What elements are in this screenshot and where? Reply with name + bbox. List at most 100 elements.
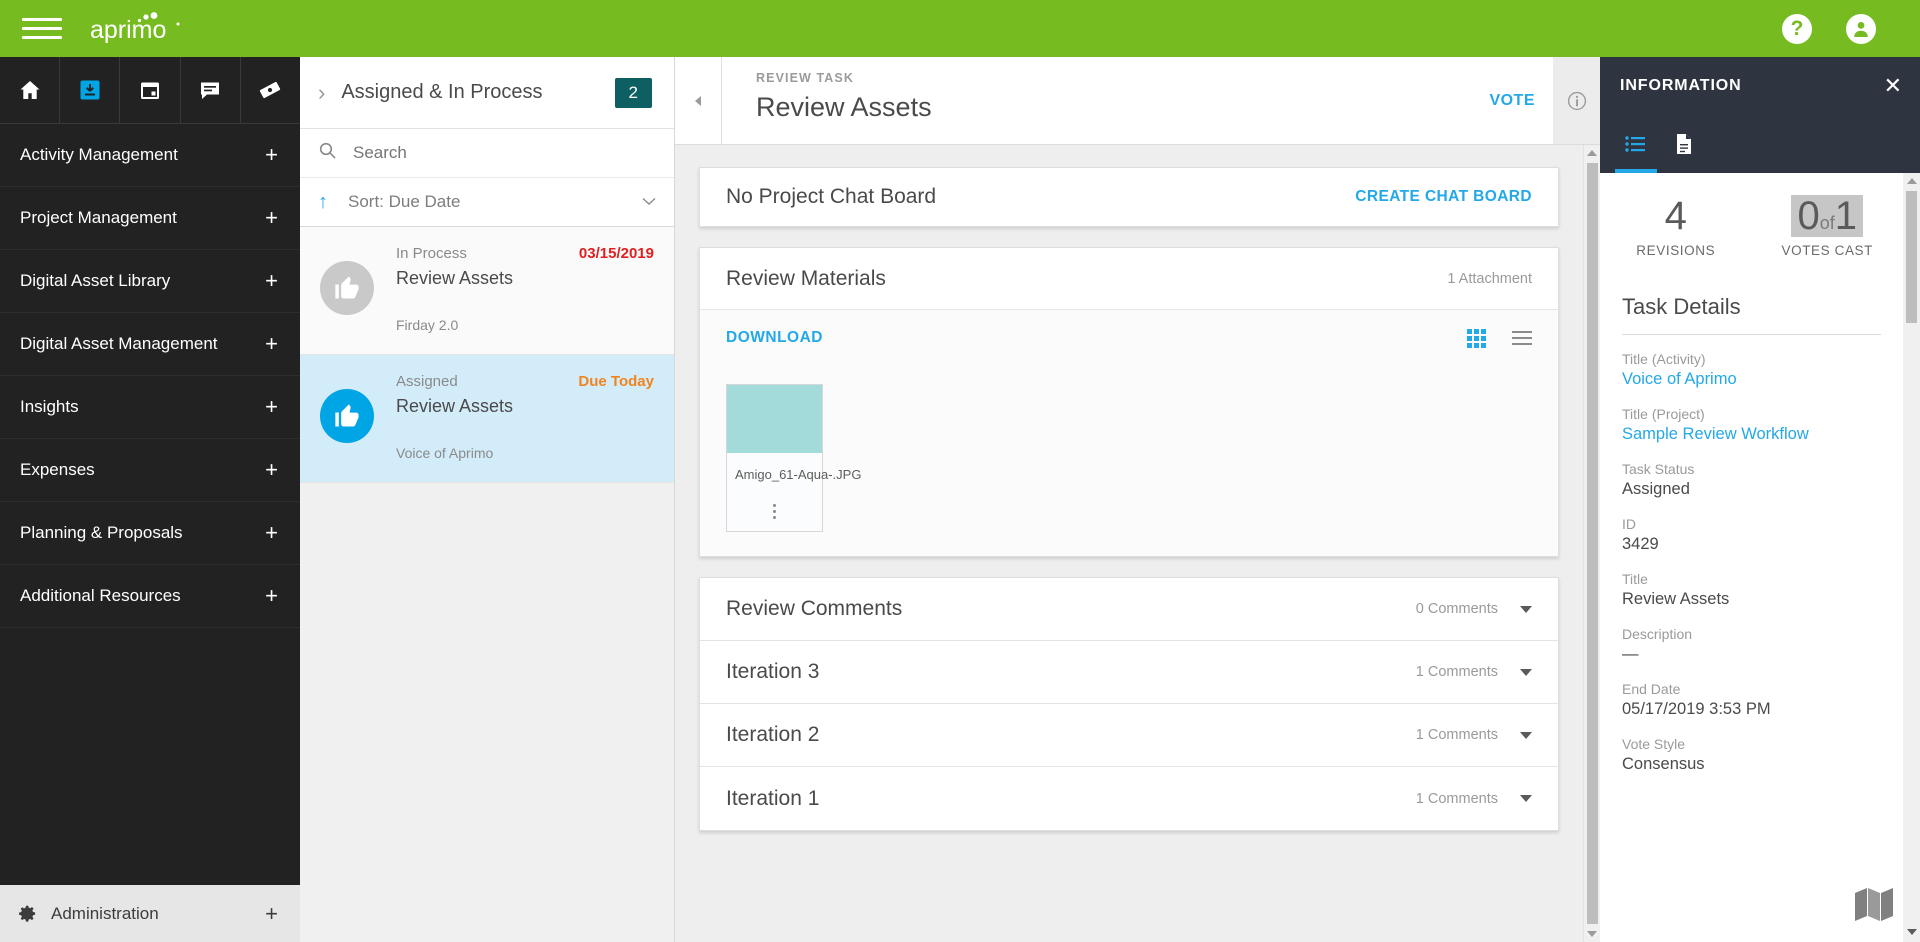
field-value[interactable]: Sample Review Workflow — [1622, 425, 1881, 444]
calendar-glyph — [141, 82, 159, 99]
scroll-up-arrow-icon[interactable] — [1587, 145, 1597, 161]
expand-plus-icon[interactable]: + — [265, 270, 278, 292]
asset-tile[interactable]: Amigo_61-Aqua-.JPG — [726, 384, 862, 532]
gear-glyph — [19, 905, 36, 922]
field-value[interactable]: Voice of Aprimo — [1622, 370, 1881, 389]
scrollbar-thumb[interactable] — [1586, 163, 1598, 924]
account-icon[interactable] — [1846, 13, 1876, 44]
expand-plus-icon[interactable]: + — [265, 522, 278, 544]
sidebar-item-activity-management[interactable]: Activity Management + — [0, 124, 300, 187]
task-list-header[interactable]: › Assigned & In Process 2 — [300, 57, 674, 129]
scroll-up-arrow-icon[interactable] — [1906, 173, 1917, 189]
list-item[interactable]: Assigned Due Today Review Assets Voice o… — [300, 355, 674, 483]
expand-plus-icon[interactable]: + — [265, 459, 278, 481]
info-icon[interactable] — [1553, 57, 1600, 144]
search-input[interactable] — [353, 143, 656, 163]
expand-plus-icon[interactable]: + — [265, 144, 278, 166]
left-navigation: Activity Management + Project Management… — [0, 57, 300, 942]
sidebar-item-planning-proposals[interactable]: Planning & Proposals + — [0, 502, 300, 565]
chevron-down-icon[interactable] — [1520, 731, 1532, 739]
download-button[interactable]: DOWNLOAD — [726, 329, 1467, 347]
chevron-down-icon[interactable] — [642, 193, 656, 211]
sort-label: Sort: Due Date — [348, 192, 461, 211]
field-label: Vote Style — [1622, 736, 1686, 752]
main-scroll-area: No Project Chat Board CREATE CHAT BOARD … — [675, 145, 1583, 942]
collapse-left-icon[interactable] — [675, 57, 722, 144]
tab-details-list[interactable] — [1612, 114, 1660, 173]
vote-button[interactable]: VOTE — [1471, 57, 1553, 144]
task-detail-header: REVIEW TASK Review Assets VOTE — [675, 57, 1600, 145]
accordion-row-iteration-3[interactable]: Iteration 3 1 Comments — [700, 641, 1558, 704]
stat-value: 0of1 — [1791, 195, 1863, 237]
sidebar-item-project-management[interactable]: Project Management + — [0, 187, 300, 250]
grid-view-icon[interactable] — [1467, 328, 1486, 348]
expand-plus-icon[interactable]: + — [265, 901, 278, 927]
chevron-right-icon[interactable]: › — [318, 81, 325, 104]
hamburger-icon[interactable] — [14, 12, 70, 45]
grid-cell — [1481, 342, 1486, 348]
information-panel-content: 4 REVISIONS 0of1 VOTES CAST Task Details… — [1600, 173, 1903, 942]
aprimo-logo[interactable]: aprimo — [90, 0, 190, 57]
sort-selector[interactable]: ↑ Sort: Due Date — [300, 178, 674, 227]
create-chat-board-button[interactable]: CREATE CHAT BOARD — [1355, 188, 1532, 206]
field-label: End Date — [1622, 681, 1681, 697]
accordion-count: 1 Comments — [1415, 790, 1498, 807]
help-icon[interactable]: ? — [1782, 13, 1812, 44]
expand-plus-icon[interactable]: + — [265, 396, 278, 418]
view-toggle-group — [1467, 328, 1532, 348]
grid-cell — [1474, 328, 1479, 334]
list-item[interactable]: In Process 03/15/2019 Review Assets Fird… — [300, 227, 674, 355]
information-panel: INFORMATION ✕ 4 REVISIONS 0of1 VOTES CAS… — [1600, 57, 1920, 942]
field-id: ID 3429 — [1600, 516, 1903, 571]
main-scrollbar[interactable] — [1583, 145, 1600, 942]
chat-icon[interactable] — [181, 57, 241, 123]
votes-cast-current: 0 — [1797, 194, 1820, 238]
expand-plus-icon[interactable]: + — [265, 333, 278, 355]
information-panel-scrollbar[interactable] — [1903, 173, 1920, 942]
chevron-down-icon[interactable] — [1520, 668, 1532, 676]
map-icon[interactable] — [1853, 885, 1895, 930]
scroll-down-arrow-icon[interactable] — [1906, 922, 1917, 942]
asset-filename: Amigo_61-Aqua-.JPG — [735, 467, 862, 482]
sidebar-item-expenses[interactable]: Expenses + — [0, 439, 300, 502]
asset-thumbnail — [727, 385, 822, 453]
accordion-row-iteration-2[interactable]: Iteration 2 1 Comments — [700, 704, 1558, 767]
gear-icon — [18, 904, 37, 923]
sidebar-item-digital-asset-library[interactable]: Digital Asset Library + — [0, 250, 300, 313]
list-view-icon[interactable] — [1512, 331, 1532, 345]
kebab-menu-icon[interactable] — [727, 482, 822, 531]
accordion-title: Iteration 2 — [726, 723, 820, 746]
accordion-row-iteration-1[interactable]: Iteration 1 1 Comments — [700, 767, 1558, 830]
sidebar-item-additional-resources[interactable]: Additional Resources + — [0, 565, 300, 628]
votes-cast-of: of — [1819, 213, 1835, 233]
grid-cell — [1481, 335, 1486, 341]
list-line — [1512, 343, 1532, 345]
scrollbar-thumb[interactable] — [1906, 191, 1917, 323]
sidebar-item-insights[interactable]: Insights + — [0, 376, 300, 439]
expand-plus-icon[interactable]: + — [265, 207, 278, 229]
accordion-row-review-comments[interactable]: Review Comments 0 Comments — [700, 578, 1558, 641]
chat-board-row: No Project Chat Board CREATE CHAT BOARD — [700, 168, 1558, 226]
body-row: Activity Management + Project Management… — [0, 57, 1920, 942]
field-label: Description — [1622, 626, 1693, 642]
chevron-down-icon[interactable] — [1520, 605, 1532, 613]
inbox-download-icon[interactable] — [60, 57, 121, 123]
kebab-dot — [773, 510, 776, 513]
votes-cast-total: 1 — [1834, 194, 1857, 238]
grid-cell — [1467, 335, 1472, 341]
information-panel-body: 4 REVISIONS 0of1 VOTES CAST Task Details… — [1600, 173, 1920, 942]
scroll-down-arrow-icon[interactable] — [1587, 926, 1597, 942]
calendar-icon[interactable] — [120, 57, 181, 123]
sidebar-item-administration[interactable]: Administration + — [0, 885, 300, 942]
information-panel-title: INFORMATION — [1620, 76, 1742, 94]
chevron-down-icon[interactable] — [1520, 795, 1532, 802]
sidebar-item-label: Digital Asset Library — [20, 271, 171, 290]
home-icon[interactable] — [0, 57, 61, 123]
page-kicker: REVIEW TASK — [756, 71, 854, 85]
tab-document[interactable] — [1660, 114, 1708, 173]
sidebar-item-digital-asset-management[interactable]: Digital Asset Management + — [0, 313, 300, 376]
expand-plus-icon[interactable]: + — [265, 585, 278, 607]
ticket-icon[interactable] — [241, 57, 300, 123]
close-icon[interactable]: ✕ — [1884, 74, 1902, 97]
sort-ascending-icon[interactable]: ↑ — [318, 192, 328, 212]
